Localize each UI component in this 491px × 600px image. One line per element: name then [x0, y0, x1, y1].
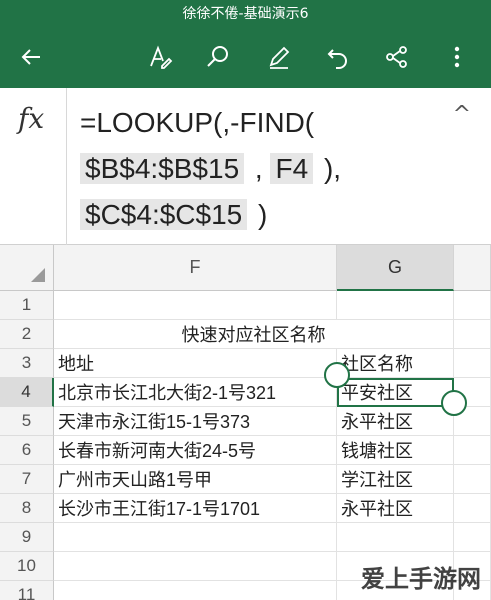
row-header[interactable]: 7	[0, 465, 54, 494]
select-all-corner[interactable]	[0, 245, 54, 291]
formula-line-1: =LOOKUP(,-FIND(	[80, 107, 315, 138]
row-header[interactable]: 9	[0, 523, 54, 552]
window-title-bar: 徐徐不倦-基础演示6	[0, 0, 491, 26]
address-cell[interactable]: 北京市长江北大街2-1号321	[54, 378, 337, 407]
search-icon[interactable]	[201, 40, 235, 74]
formula-input[interactable]: =LOOKUP(,-FIND( $B$4:$B$15 , F4 ), $C$4:…	[80, 100, 460, 238]
formula-divider	[66, 88, 67, 245]
back-arrow-icon[interactable]	[14, 40, 48, 74]
window-title: 徐徐不倦-基础演示6	[182, 6, 309, 22]
formula-separator: ,	[247, 153, 271, 184]
fx-label: fx	[18, 102, 45, 135]
row-header-selected[interactable]: 4	[0, 378, 54, 407]
row-header[interactable]: 5	[0, 407, 54, 436]
cell-f10[interactable]	[54, 552, 337, 581]
row-header[interactable]: 8	[0, 494, 54, 523]
address-cell[interactable]: 天津市永江街15-1号373	[54, 407, 337, 436]
community-cell[interactable]: 永平社区	[337, 494, 454, 523]
row-header[interactable]: 11	[0, 581, 54, 600]
cell-h2[interactable]	[454, 320, 491, 349]
community-cell[interactable]: 学江社区	[337, 465, 454, 494]
selection-end-handle[interactable]	[441, 390, 467, 416]
share-icon[interactable]	[380, 40, 414, 74]
cell-h1[interactable]	[454, 291, 491, 320]
cell-h7[interactable]	[454, 465, 491, 494]
select-all-triangle-icon	[31, 268, 45, 282]
address-cell[interactable]: 广州市天山路1号甲	[54, 465, 337, 494]
pen-icon[interactable]	[262, 40, 296, 74]
formula-close: )	[250, 199, 268, 230]
selection-start-handle[interactable]	[324, 362, 350, 388]
formula-line-3: $C$4:$C$15 )	[80, 192, 460, 238]
cell-h6[interactable]	[454, 436, 491, 465]
header-address-cell[interactable]: 地址	[54, 349, 337, 378]
row-header[interactable]: 1	[0, 291, 54, 320]
toolbar	[0, 26, 491, 88]
header-community-cell[interactable]: 社区名称	[337, 349, 454, 378]
row-header[interactable]: 3	[0, 349, 54, 378]
cell-h8[interactable]	[454, 494, 491, 523]
formula-cell-ref: F4	[270, 153, 314, 184]
cell-f9[interactable]	[54, 523, 337, 552]
cell-g1[interactable]	[337, 291, 454, 320]
undo-icon[interactable]	[321, 40, 355, 74]
formula-range-ref: $B$4:$B$15	[80, 153, 245, 184]
cell-g9[interactable]	[337, 523, 454, 552]
collapse-formula-icon[interactable]: ^	[453, 102, 471, 127]
column-header-h[interactable]	[454, 245, 491, 291]
cell-h3[interactable]	[454, 349, 491, 378]
watermark-text: 爱上手游网	[361, 565, 481, 593]
row-header[interactable]: 6	[0, 436, 54, 465]
address-cell[interactable]: 长沙市王江街17-1号1701	[54, 494, 337, 523]
row-header[interactable]: 10	[0, 552, 54, 581]
address-cell[interactable]: 长春市新河南大街24-5号	[54, 436, 337, 465]
format-text-icon[interactable]	[143, 40, 177, 74]
formula-bar: fx =LOOKUP(,-FIND( $B$4:$B$15 , F4 ), $C…	[0, 88, 491, 245]
column-header-g[interactable]: G	[337, 245, 454, 291]
formula-tail: ),	[316, 153, 342, 184]
column-header-f[interactable]: F	[54, 245, 337, 291]
community-cell-selected[interactable]: 平安社区	[337, 378, 454, 407]
formula-line-2: $B$4:$B$15 , F4 ),	[80, 146, 460, 192]
cell-f1[interactable]	[54, 291, 337, 320]
more-vertical-icon[interactable]	[440, 40, 474, 74]
title-cell[interactable]: 快速对应社区名称	[54, 320, 454, 349]
community-cell[interactable]: 钱塘社区	[337, 436, 454, 465]
cell-f11[interactable]	[54, 581, 337, 600]
spreadsheet-grid: F G 1 2 3 4 5 6 7 8 9 10 11 快速对应社区名称 地址 …	[0, 245, 491, 600]
row-header[interactable]: 2	[0, 320, 54, 349]
formula-range-ref-result: $C$4:$C$15	[80, 199, 248, 230]
community-cell[interactable]: 永平社区	[337, 407, 454, 436]
cell-h9[interactable]	[454, 523, 491, 552]
